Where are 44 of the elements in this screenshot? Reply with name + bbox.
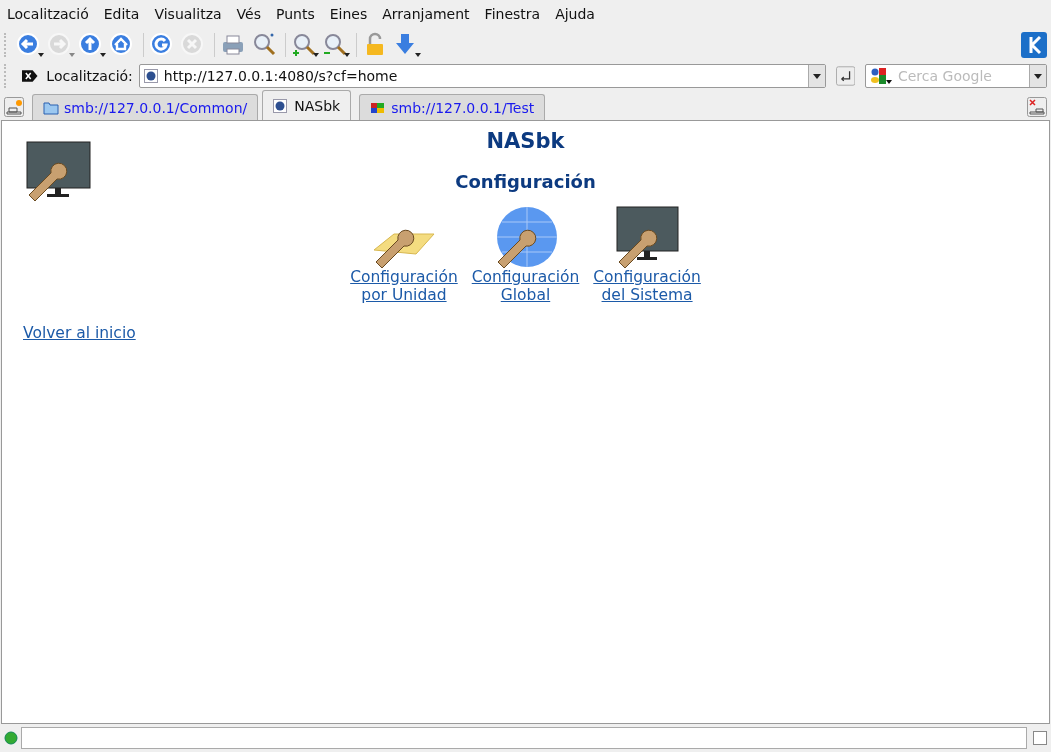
url-field[interactable]: http://127.0.0.1:4080/s?cf=home (138, 64, 826, 88)
go-icon[interactable] (835, 66, 855, 86)
google-icon (870, 67, 894, 85)
back-icon[interactable] (15, 31, 45, 59)
close-tab-icon[interactable] (1027, 97, 1047, 117)
new-tab-icon[interactable] (4, 97, 24, 117)
tab[interactable]: smb://127.0.0.1/Common/ (32, 94, 259, 120)
monitor-wrench-icon (25, 141, 91, 201)
clear-icon[interactable] (20, 69, 39, 83)
menu-item[interactable]: Ajuda (555, 6, 595, 22)
k-logo-icon[interactable] (1021, 32, 1047, 58)
menu-item[interactable]: Edita (103, 6, 140, 22)
tab[interactable]: NASbk (262, 90, 352, 120)
status-checkbox[interactable] (1033, 731, 1047, 745)
menu-item[interactable]: Localització (7, 6, 89, 22)
zoomout-icon[interactable] (321, 31, 351, 59)
search-field[interactable]: Cerca Google (894, 67, 1029, 85)
caret-icon (812, 73, 821, 79)
location-label: Localització: (46, 68, 133, 84)
colored-squares-icon (370, 100, 387, 115)
monitor-wrench-icon[interactable] (615, 206, 680, 268)
dropdown-button[interactable] (807, 65, 825, 87)
zoomin-icon[interactable] (290, 31, 320, 59)
config-link[interactable]: Configuración por Unidad (350, 268, 458, 304)
status-light-icon (4, 731, 18, 745)
config-link[interactable]: Configuración Global (471, 268, 580, 304)
folder-icon (43, 100, 59, 115)
menu-item[interactable]: Visualitza (154, 6, 222, 22)
back-link[interactable]: Volver al inicio (23, 324, 136, 342)
menu-item[interactable]: Arranjament (382, 6, 470, 22)
page-title: NASbk (485, 129, 566, 153)
caret-icon (1034, 73, 1042, 79)
tab[interactable]: smb://127.0.0.1/Test (359, 94, 546, 120)
config-link[interactable]: Configuración del Sistema (593, 268, 701, 304)
page-subtitle: Configuración (454, 171, 597, 192)
menu-item[interactable]: Punts (275, 6, 315, 22)
up-icon[interactable] (77, 31, 107, 59)
menu-item[interactable]: Finestra (484, 6, 541, 22)
dropdown-button[interactable] (1029, 65, 1046, 87)
menu-item[interactable]: Vés (236, 6, 261, 22)
search-bar[interactable]: Cerca Google (865, 64, 1047, 88)
globe-icon (273, 98, 290, 113)
menu-item[interactable]: Eines (329, 6, 368, 22)
globe-icon (143, 69, 158, 83)
